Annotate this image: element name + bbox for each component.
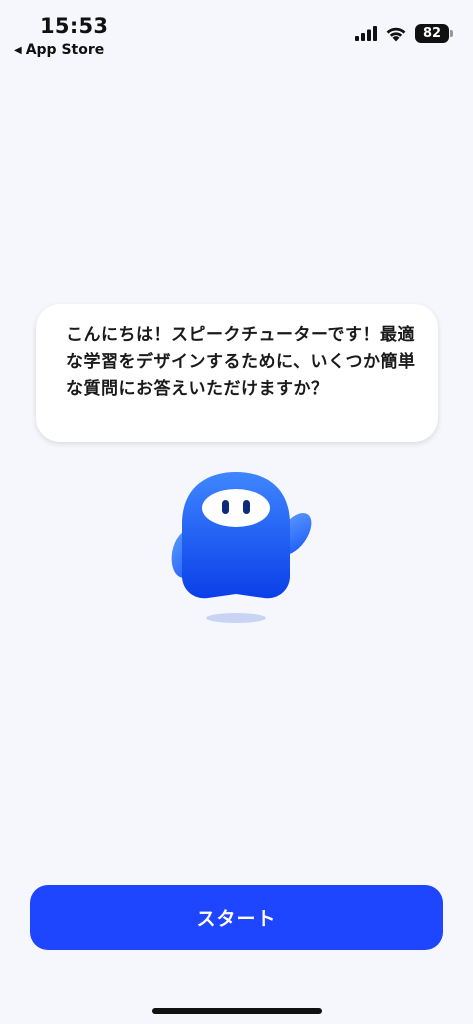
back-to-app-store-link[interactable]: ◀ App Store: [14, 42, 104, 58]
cellular-signal-icon: [355, 26, 377, 41]
battery-level: 82: [422, 26, 442, 41]
home-indicator[interactable]: [152, 1008, 322, 1014]
blue-ghost-mascot-icon: [171, 472, 312, 623]
wifi-icon: [386, 27, 406, 41]
speech-bubble: こんにちは！スピークチューターです！最適な学習をデザインするために、いくつか簡単…: [36, 304, 438, 442]
greeting-message: こんにちは！スピークチューターです！最適な学習をデザインするために、いくつか簡単…: [66, 325, 416, 399]
status-indicators: 82: [355, 24, 453, 43]
back-link-label: App Store: [25, 42, 105, 58]
status-time: 15:53: [40, 14, 109, 38]
start-button[interactable]: スタート: [30, 885, 443, 950]
onboarding-screen: 15:53 ◀ App Store 82 こんにちは！スピークチューターです！最…: [0, 0, 473, 1024]
back-triangle-icon: ◀: [14, 44, 22, 56]
battery-icon: 82: [415, 24, 453, 43]
